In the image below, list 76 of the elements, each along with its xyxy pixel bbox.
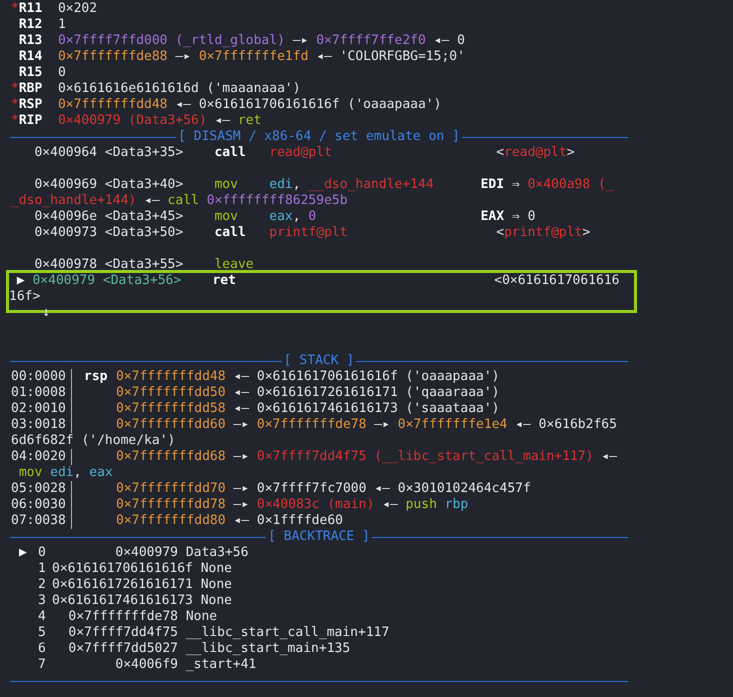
- stack-offset: 03:0018: [11, 417, 66, 433]
- frame-number: 7: [38, 657, 47, 673]
- disasm-line: _dso_handle+144) ◂— call 0×ffffffff86259e5b: [11, 193, 348, 209]
- stack-entry: 0×7fffffffdd70 —▸ 0×7ffff7fc7000 ◂— 0×3010102464c457f: [116, 481, 531, 497]
- disasm-line: 0×400969 <Data3+40> mov edi, __dso_handle+144 EDI ⇒ 0×400a98 (_: [34, 177, 614, 193]
- stack-entry: 6d6f682f ('/home/ka'): [11, 433, 176, 449]
- frame-number: 4: [38, 609, 47, 625]
- stack-entry: 0×7fffffffdd80 ◂— 0×1ffffde60: [116, 513, 343, 529]
- disasm-line: 16f>: [9, 289, 40, 305]
- register-value: 0×6161616e6161616d ('maaanaaa'): [58, 81, 301, 97]
- register-value: 0×7ffff7ffd000 (_rtld_global) —▸ 0×7ffff7ffe2f0 ◂— 0: [58, 33, 465, 49]
- section-title: [ DISASM / x86-64 / set emulate on ]: [177, 129, 461, 145]
- changed-marker: *: [11, 97, 19, 112]
- register-name: RIP: [18, 113, 44, 129]
- frame-address: 0×400979: [115, 545, 178, 560]
- stack-offset: 05:0028: [11, 481, 66, 497]
- current-marker: ▶: [16, 273, 25, 288]
- disasm-line: 0×400979 <Data3+56> ret <0×6161617061616: [32, 273, 620, 289]
- stack-label: rsp: [84, 369, 108, 384]
- section-title: [ BACKTRACE ]: [267, 529, 371, 545]
- stack-offset: 07:0038: [11, 513, 66, 529]
- register-value: 0×7fffffffdd48 ◂— 0×616161706161616f ('oaaapaaa'): [58, 97, 442, 113]
- stack-entry: 0×7fffffffdd68 —▸ 0×7ffff7dd4f75 (__libc_start_call_main+117) ◂—: [116, 449, 617, 465]
- frame-symbol: __libc_start_call_main+117: [186, 625, 390, 641]
- register-name: RBP: [18, 81, 44, 97]
- disasm-line: 0×400964 <Data3+35> call read@plt <read@plt>: [34, 145, 575, 161]
- frame-number: 5: [38, 625, 47, 641]
- frame-address: 0×7ffff7dd4f75: [68, 625, 178, 640]
- stack-offset: 06:0030: [11, 497, 66, 513]
- stack-offset: 00:0000: [11, 369, 66, 385]
- frame-number: 0: [38, 545, 47, 561]
- frame-number: 2: [38, 577, 47, 593]
- section-title: [ STACK ]: [282, 353, 356, 369]
- frame-marker: ▶: [19, 545, 27, 560]
- register-value: 0×400979 (Data3+56) ◂— ret: [58, 113, 262, 129]
- frame-number: 1: [38, 561, 47, 577]
- frame-symbol: Data3+56: [186, 545, 248, 561]
- stack-entry: 0×7fffffffdd78 —▸ 0×40083c (main) ◂— push rbp: [116, 497, 468, 513]
- register-name: R11: [18, 1, 44, 17]
- changed-marker: *: [11, 113, 19, 128]
- frame-symbol: __libc_start_main+135: [186, 641, 350, 657]
- register-value: 0×7fffffffde88 —▸ 0×7fffffffe1fd ◂— 'COLORFGBG=15;0': [58, 49, 465, 65]
- stack-offset: 01:0008: [11, 385, 66, 401]
- register-name: R13: [18, 33, 44, 49]
- frame-address: 0×6161617261616171: [52, 577, 193, 592]
- register-name: RSP: [18, 97, 44, 113]
- disasm-line: 0×40096e <Data3+45> mov eax, 0 EAX ⇒ 0: [34, 209, 536, 225]
- register-value: 0: [58, 65, 66, 81]
- frame-address: 0×6161617461616173: [52, 593, 193, 608]
- frame-symbol: None: [200, 577, 232, 593]
- stack-entry: 0×7fffffffdd58 ◂— 0×6161617461616173 ('saaataaa'): [116, 401, 500, 417]
- stack-offset: 04:0020: [11, 449, 66, 465]
- stack-entry: 0×7fffffffdd60 —▸ 0×7fffffffde78 —▸ 0×7fffffffe1e4 ◂— 0×616b2f65: [116, 417, 617, 433]
- changed-marker: *: [11, 1, 19, 16]
- frame-symbol: None: [186, 609, 218, 625]
- frame-address: 0×4006f9: [115, 657, 178, 672]
- frame-symbol: None: [200, 593, 232, 609]
- frame-address: 0×616161706161616f: [52, 561, 193, 576]
- changed-marker: *: [11, 81, 19, 96]
- disasm-line: 0×400978 <Data3+55> leave: [34, 257, 254, 273]
- register-value: 1: [58, 17, 66, 33]
- frame-number: 3: [38, 593, 47, 609]
- stack-offset: 02:0010: [11, 401, 66, 417]
- disasm-line: 0×400973 <Data3+50> call printf@plt <printf@plt>: [34, 225, 590, 241]
- frame-symbol: None: [200, 561, 232, 577]
- register-name: R15: [18, 65, 44, 81]
- frame-number: 6: [38, 641, 47, 657]
- frame-address: 0×7fffffffde78: [68, 609, 178, 624]
- register-name: R14: [18, 49, 44, 65]
- frame-address: 0×7ffff7dd5027: [68, 641, 178, 656]
- register-name: R12: [18, 17, 44, 33]
- stack-entry: mov edi, eax: [18, 465, 113, 481]
- register-value: 0×202: [58, 1, 98, 17]
- stack-entry: 0×7fffffffdd48 ◂— 0×616161706161616f ('oaaapaaa'): [116, 369, 500, 385]
- frame-symbol: _start+41: [186, 657, 256, 673]
- stack-entry: 0×7fffffffdd50 ◂— 0×6161617261616171 ('qaaaraaa'): [116, 385, 500, 401]
